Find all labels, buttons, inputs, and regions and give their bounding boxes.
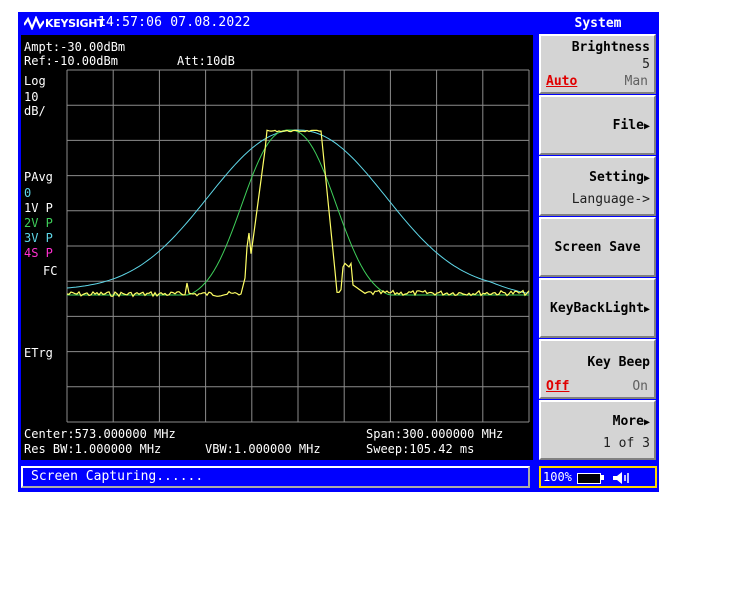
more-label: More xyxy=(612,414,644,429)
fc-label: FC xyxy=(43,264,58,278)
brightness-label: Brightness xyxy=(571,40,650,55)
brightness-softkey[interactable]: Brightness 5 Auto Man xyxy=(539,34,656,94)
softkey-panel: System Brightness 5 Auto Man File▶ Setti… xyxy=(537,12,659,464)
battery-icon xyxy=(577,473,601,484)
rbw-readout: Res BW:1.000000 MHz xyxy=(24,442,162,456)
brand-logo: KEYSIGHT xyxy=(24,15,105,31)
screen-save-label: Screen Save xyxy=(554,240,641,255)
graticule xyxy=(66,69,530,423)
att-readout: Att:10dB xyxy=(177,54,235,68)
menu-page: 1 of 3 xyxy=(603,436,650,451)
vbw-readout: VBW:1.000000 MHz xyxy=(205,442,321,456)
status-bar: Screen Capturing...... xyxy=(18,464,536,492)
speaker-icon xyxy=(613,472,629,484)
key-beep-label: Key Beep xyxy=(587,355,650,370)
span-readout: Span:300.000000 MHz xyxy=(366,427,504,441)
title-bar: KEYSIGHT 14:57:06 07.08.2022 xyxy=(18,12,536,34)
ref-readout: Ref:-10.00dBm xyxy=(24,54,118,68)
keybacklight-label: KeyBackLight xyxy=(550,301,644,316)
submenu-arrow-icon: ▶ xyxy=(643,417,650,428)
brightness-man-option: Man xyxy=(624,74,648,89)
file-label: File xyxy=(612,118,644,133)
status-message: Screen Capturing...... xyxy=(21,466,530,488)
submenu-arrow-icon: ▶ xyxy=(643,304,650,315)
scale-value: 10 xyxy=(24,90,39,104)
setting-softkey[interactable]: Setting▶ Language-> xyxy=(539,156,656,216)
ampt-readout: Ampt:-30.00dBm xyxy=(24,40,126,54)
key-beep-softkey[interactable]: Key Beep Off On xyxy=(539,339,656,399)
date-time: 14:57:06 07.08.2022 xyxy=(98,15,251,30)
spectrum-plot xyxy=(66,69,530,423)
battery-tip xyxy=(601,475,604,480)
trace4-label: 4S P xyxy=(24,246,53,260)
center-freq: Center:573.000000 MHz xyxy=(24,427,176,441)
more-softkey[interactable]: More▶ 1 of 3 xyxy=(539,400,656,460)
scale-unit: dB/ xyxy=(24,104,46,118)
screen-save-softkey[interactable]: Screen Save xyxy=(539,217,656,277)
etrg-label: ETrg xyxy=(24,346,53,360)
submenu-arrow-icon: ▶ xyxy=(643,121,650,132)
trace2-label: 2V P xyxy=(24,216,53,230)
setting-label: Setting xyxy=(589,170,644,185)
brightness-value: 5 xyxy=(642,57,650,72)
language-sub: Language-> xyxy=(571,192,650,207)
key-beep-off-option: Off xyxy=(546,379,570,394)
keybacklight-softkey[interactable]: KeyBackLight▶ xyxy=(539,278,656,338)
system-indicators: 100% xyxy=(539,466,657,488)
spectrum-display: Ampt:-30.00dBm Ref:-10.00dBm Att:10dB Lo… xyxy=(21,35,533,460)
sweep-readout: Sweep:105.42 ms xyxy=(366,442,475,456)
battery-percent: 100% xyxy=(543,470,572,484)
trace0-label: 0 xyxy=(24,186,32,200)
detector-label: PAvg xyxy=(24,170,53,184)
trace1-label: 1V P xyxy=(24,201,53,215)
menu-title: System xyxy=(574,16,622,31)
file-softkey[interactable]: File▶ xyxy=(539,95,656,155)
analyzer-frame: KEYSIGHT 14:57:06 07.08.2022 Ampt:-30.00… xyxy=(18,12,659,492)
key-beep-on-option: On xyxy=(632,379,648,394)
scale-type: Log xyxy=(24,74,46,88)
keysight-wave-icon xyxy=(24,16,44,30)
brightness-auto-option: Auto xyxy=(546,74,578,89)
submenu-arrow-icon: ▶ xyxy=(643,173,650,184)
trace3-label: 3V P xyxy=(24,231,53,245)
brand-name: KEYSIGHT xyxy=(45,16,105,30)
